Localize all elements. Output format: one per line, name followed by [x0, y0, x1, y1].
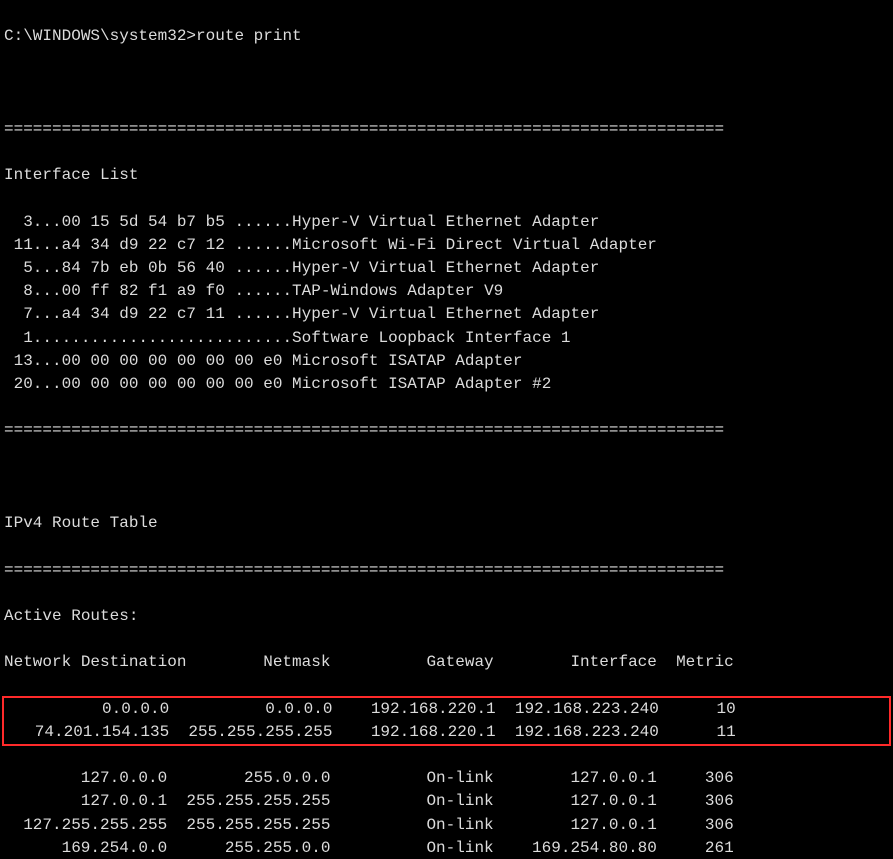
- interface-entry: 11...a4 34 d9 22 c7 12 ......Microsoft W…: [4, 234, 889, 257]
- route-row: 74.201.154.135255.255.255.255192.168.220…: [6, 721, 887, 744]
- route-metric: 306: [657, 790, 734, 813]
- route-interface: 127.0.0.1: [494, 767, 657, 790]
- route-table-body: 127.0.0.0255.0.0.0On-link127.0.0.1306127…: [4, 767, 889, 859]
- route-metric: 306: [657, 767, 734, 790]
- route-interface: 192.168.223.240: [496, 698, 659, 721]
- route-destination: 127.0.0.0: [4, 767, 167, 790]
- interface-entry: 5...84 7b eb 0b 56 40 ......Hyper-V Virt…: [4, 257, 889, 280]
- prompt-text: C:\WINDOWS\system32>: [4, 27, 196, 45]
- route-netmask: 255.0.0.0: [167, 767, 330, 790]
- route-destination: 127.0.0.1: [4, 790, 167, 813]
- interface-list-title: Interface List: [4, 164, 889, 187]
- route-destination: 169.254.0.0: [4, 837, 167, 859]
- route-gateway: On-link: [330, 767, 493, 790]
- route-gateway: 192.168.220.1: [332, 721, 495, 744]
- route-destination: 0.0.0.0: [6, 698, 169, 721]
- route-metric: 10: [659, 698, 736, 721]
- route-gateway: On-link: [330, 790, 493, 813]
- terminal-output: C:\WINDOWS\system32>route print ========…: [0, 0, 893, 859]
- interface-entry: 13...00 00 00 00 00 00 00 e0 Microsoft I…: [4, 350, 889, 373]
- route-row: 169.254.0.0255.255.0.0On-link169.254.80.…: [4, 837, 889, 859]
- route-netmask: 0.0.0.0: [169, 698, 332, 721]
- route-interface: 127.0.0.1: [494, 790, 657, 813]
- active-routes-title: Active Routes:: [4, 605, 889, 628]
- ipv4-route-table-title: IPv4 Route Table: [4, 512, 889, 535]
- route-netmask: 255.255.255.255: [167, 814, 330, 837]
- route-gateway: 192.168.220.1: [332, 698, 495, 721]
- typed-command: route print: [196, 27, 302, 45]
- route-netmask: 255.255.255.255: [169, 721, 332, 744]
- route-row: 127.0.0.0255.0.0.0On-link127.0.0.1306: [4, 767, 889, 790]
- blank-line: [4, 72, 889, 95]
- header-metric: Metric: [657, 651, 734, 674]
- header-netmask: Netmask: [186, 651, 330, 674]
- route-table-header: Network DestinationNetmaskGatewayInterfa…: [4, 651, 889, 674]
- command-line: C:\WINDOWS\system32>route print: [4, 25, 889, 48]
- route-interface: 127.0.0.1: [494, 814, 657, 837]
- route-metric: 261: [657, 837, 734, 859]
- header-interface: Interface: [494, 651, 657, 674]
- highlighted-routes-box: 0.0.0.00.0.0.0192.168.220.1192.168.223.2…: [2, 696, 891, 746]
- route-destination: 127.255.255.255: [4, 814, 167, 837]
- route-interface: 192.168.223.240: [496, 721, 659, 744]
- header-destination: Network Destination: [4, 651, 186, 674]
- route-row: 127.0.0.1255.255.255.255On-link127.0.0.1…: [4, 790, 889, 813]
- header-gateway: Gateway: [330, 651, 493, 674]
- interface-entry: 3...00 15 5d 54 b7 b5 ......Hyper-V Virt…: [4, 211, 889, 234]
- divider-line: ========================================…: [4, 118, 889, 141]
- route-destination: 74.201.154.135: [6, 721, 169, 744]
- interface-entry: 20...00 00 00 00 00 00 00 e0 Microsoft I…: [4, 373, 889, 396]
- route-metric: 306: [657, 814, 734, 837]
- route-row: 127.255.255.255255.255.255.255On-link127…: [4, 814, 889, 837]
- interface-entry: 7...a4 34 d9 22 c7 11 ......Hyper-V Virt…: [4, 303, 889, 326]
- interface-entry: 8...00 ff 82 f1 a9 f0 ......TAP-Windows …: [4, 280, 889, 303]
- divider-line: ========================================…: [4, 559, 889, 582]
- route-netmask: 255.255.0.0: [167, 837, 330, 859]
- route-metric: 11: [659, 721, 736, 744]
- route-interface: 169.254.80.80: [494, 837, 657, 859]
- route-gateway: On-link: [330, 814, 493, 837]
- blank-line: [4, 466, 889, 489]
- route-row: 0.0.0.00.0.0.0192.168.220.1192.168.223.2…: [6, 698, 887, 721]
- interface-list: 3...00 15 5d 54 b7 b5 ......Hyper-V Virt…: [4, 211, 889, 397]
- route-gateway: On-link: [330, 837, 493, 859]
- interface-entry: 1...........................Software Loo…: [4, 327, 889, 350]
- route-netmask: 255.255.255.255: [167, 790, 330, 813]
- divider-line: ========================================…: [4, 419, 889, 442]
